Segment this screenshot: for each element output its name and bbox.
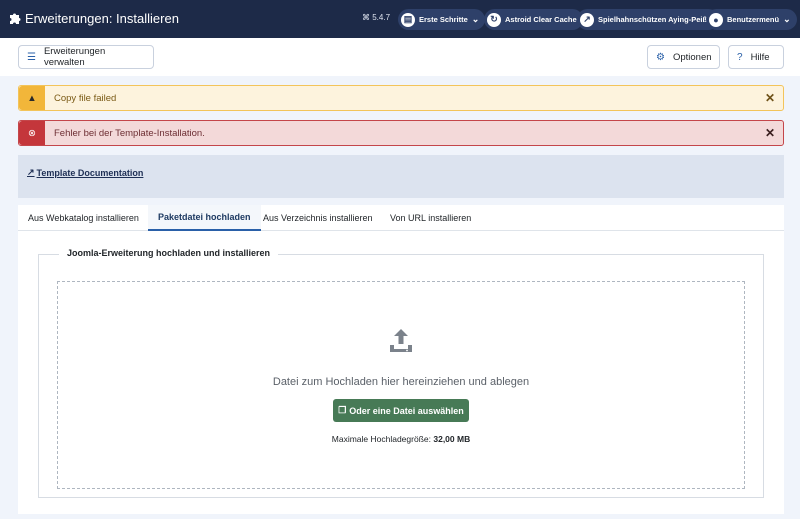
max-size-value: 32,00 MB xyxy=(433,434,471,444)
max-size-label: Maximale Hochladegröße: xyxy=(331,434,431,444)
clear-cache-button[interactable]: ↻ Astroid Clear Cache xyxy=(484,9,583,30)
refresh-icon: ↻ xyxy=(487,12,501,27)
list-icon: ☰ xyxy=(27,51,36,63)
puzzle-icon xyxy=(10,13,21,24)
pill-label: Spielhahnschützen Aying-Peiß... xyxy=(598,15,714,24)
user-menu[interactable]: ● Benutzermenü ⌄ xyxy=(706,9,797,30)
pill-label: Astroid Clear Cache xyxy=(505,15,577,24)
warning-alert: ▲ Copy file failed ✕ xyxy=(18,85,784,111)
button-label: Erweiterungen verwalten xyxy=(43,46,106,68)
user-icon: ● xyxy=(709,12,723,27)
question-icon: ? xyxy=(737,51,743,63)
documentation-box: ↗ Template Documentation xyxy=(18,155,784,198)
copy-icon: ❐ xyxy=(338,405,347,415)
drop-instructions: Datei zum Hochladen hier hereinziehen un… xyxy=(272,376,530,388)
button-label: Oder eine Datei auswählen xyxy=(349,405,464,416)
upload-icon xyxy=(390,329,412,352)
signpost-icon: ▤ xyxy=(401,12,415,27)
chevron-down-icon: ⌄ xyxy=(783,14,791,24)
error-icon: ⊗ xyxy=(19,121,45,145)
tab-url[interactable]: Von URL installieren xyxy=(380,205,481,231)
options-button[interactable]: ⚙ Optionen xyxy=(647,45,720,69)
chevron-down-icon: ⌄ xyxy=(471,14,480,24)
help-button[interactable]: ? Hilfe xyxy=(728,45,784,69)
error-message: Fehler bei der Template-Installation. xyxy=(54,127,205,139)
link-label: Template Documentation xyxy=(36,167,144,178)
button-label: Hilfe xyxy=(750,51,770,63)
close-error-button[interactable]: ✕ xyxy=(757,126,783,140)
template-documentation-link[interactable]: ↗ Template Documentation xyxy=(27,167,143,178)
pill-label: Erste Schritte xyxy=(419,15,468,24)
top-header-bar: Erweiterungen: Installieren ⌘ 5.4.7 ▤ Er… xyxy=(0,0,800,38)
toolbar: ☰ Erweiterungen verwalten ⚙ Optionen ? H… xyxy=(0,38,800,76)
pill-label: Benutzermenü xyxy=(727,15,780,24)
gear-icon: ⚙ xyxy=(656,51,665,63)
install-panel: Aus Webkatalog installieren Paketdatei h… xyxy=(18,205,784,514)
upload-fieldset: Joomla-Erweiterung hochladen und install… xyxy=(38,248,764,498)
warning-icon: ▲ xyxy=(19,86,45,110)
page-title: Erweiterungen: Installieren xyxy=(25,11,179,26)
warning-message: Copy file failed xyxy=(54,92,117,104)
joomla-version: ⌘ 5.4.7 xyxy=(362,13,391,22)
tab-verzeichnis[interactable]: Aus Verzeichnis installieren xyxy=(253,205,383,231)
install-tabs: Aus Webkatalog installieren Paketdatei h… xyxy=(18,205,784,231)
tab-paketdatei[interactable]: Paketdatei hochladen xyxy=(148,205,261,231)
site-link-button[interactable]: ↗ Spielhahnschützen Aying-Peiß... xyxy=(577,9,720,30)
tab-webkatalog[interactable]: Aus Webkatalog installieren xyxy=(18,205,149,231)
external-link-icon: ↗ xyxy=(580,12,594,27)
upload-legend: Joomla-Erweiterung hochladen und install… xyxy=(59,248,279,258)
close-warning-button[interactable]: ✕ xyxy=(757,91,783,105)
error-alert: ⊗ Fehler bei der Template-Installation. … xyxy=(18,120,784,146)
external-link-icon: ↗ xyxy=(27,167,35,177)
select-file-button[interactable]: ❐ Oder eine Datei auswählen xyxy=(333,399,469,422)
erste-schritte-menu[interactable]: ▤ Erste Schritte ⌄ xyxy=(398,9,486,30)
manage-extensions-button[interactable]: ☰ Erweiterungen verwalten xyxy=(18,45,154,69)
max-upload-size: Maximale Hochladegröße: 32,00 MB xyxy=(58,434,744,444)
drop-zone[interactable]: Datei zum Hochladen hier hereinziehen un… xyxy=(57,281,745,489)
button-label: Optionen xyxy=(672,51,712,63)
